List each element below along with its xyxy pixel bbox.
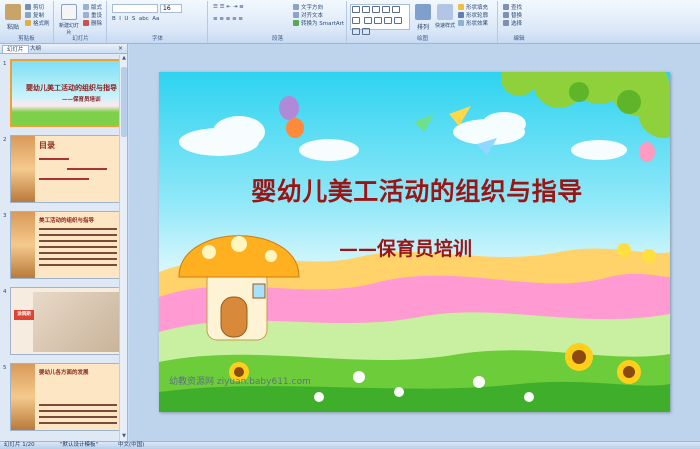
paragraph-group-label: 段落 [271, 36, 283, 42]
replace-icon [503, 12, 509, 18]
delete-slide-button[interactable]: 删除 [83, 20, 102, 27]
shape-outline-button[interactable]: 形状轮廓 [458, 12, 488, 19]
thumbnail-preview: 目录 [10, 135, 122, 203]
thumbnail-heading: 婴幼儿各方面的发展 [39, 370, 89, 376]
slide-title[interactable]: 婴幼儿美工活动的组织与指导 [207, 172, 627, 208]
paste-button[interactable]: 粘贴 [2, 4, 24, 34]
thumbnail-stamp: 涂鸦期 [14, 310, 34, 320]
binoculars-icon [503, 4, 509, 10]
delete-icon [83, 20, 89, 26]
copy-button[interactable]: 复制 [25, 12, 44, 19]
scroll-down-icon[interactable]: ▼ [120, 433, 128, 441]
quick-styles-button[interactable]: 快速样式 [434, 4, 456, 34]
thumbnail-preview: 婴幼儿美工活动的组织与指导 ——保育员培训 [10, 59, 122, 127]
editing-group: 查找 替换 选择 编辑 [499, 1, 539, 43]
new-slide-button[interactable]: 新建幻灯片 [57, 4, 81, 36]
slides-group: 新建幻灯片 版式 重设 删除 幻灯片 [55, 1, 107, 43]
thumbnail-number: 5 [3, 365, 7, 371]
thumbnail-number: 3 [3, 213, 7, 219]
outline-icon [458, 12, 464, 18]
font-size-select[interactable]: 16 [160, 4, 182, 13]
photo-image [33, 292, 119, 352]
paragraph-group: ☰ ☰ ⇤ ⇥ ≡ ≡ ≡ ≡ ≡ ≡ 文字方向 对齐文本 转换为 SmartA… [209, 1, 347, 43]
thumbnail-heading: 目录 [39, 141, 55, 150]
scroll-up-icon[interactable]: ▲ [120, 55, 128, 63]
thumbnail-number: 4 [3, 289, 7, 295]
thumbnail-number: 1 [3, 61, 7, 67]
language-indicator[interactable]: 中文(中国) [118, 442, 144, 449]
text-direction-button[interactable]: 文字方向 [293, 4, 323, 11]
copy-icon [25, 12, 31, 18]
tab-outline[interactable]: 大纲 [26, 45, 45, 53]
reset-button[interactable]: 重设 [83, 12, 102, 19]
thumbnail-subtitle: ——保育员培训 [62, 97, 101, 103]
text-direction-icon [293, 4, 299, 10]
reset-icon [83, 12, 89, 18]
find-button[interactable]: 查找 [503, 4, 522, 11]
select-button[interactable]: 选择 [503, 20, 522, 27]
slide-counter: 幻灯片 1/20 [4, 442, 35, 448]
watermark-text: 幼教资源网 ziyuan.baby611.com [169, 377, 311, 387]
list-buttons[interactable]: ☰ ☰ ⇤ ⇥ ≡ [213, 4, 244, 11]
clipboard-group-label: 剪贴板 [18, 36, 35, 42]
editing-group-label: 编辑 [513, 36, 525, 42]
font-family-select[interactable] [112, 4, 158, 13]
replace-button[interactable]: 替换 [503, 12, 522, 19]
fill-icon [458, 4, 464, 10]
shapes-gallery[interactable] [350, 4, 410, 35]
brush-icon [25, 20, 31, 26]
cut-button[interactable]: 剪切 [25, 4, 44, 11]
thumbnail-title: 婴幼儿美工活动的组织与指导 [26, 84, 117, 92]
thumbnail-heading: 美工活动的组织与指导 [39, 218, 95, 224]
slides-pane: 幻灯片 大纲 × 1 婴幼儿美工活动的组织与指导 ——保育员培训 2 目录 3 … [0, 44, 128, 441]
effects-icon [458, 20, 464, 26]
select-icon [503, 20, 509, 26]
font-group: 16 B I U S abc Aa 字体 [108, 1, 208, 43]
font-group-label: 字体 [151, 36, 163, 42]
thumbnail-number: 2 [3, 137, 7, 143]
drawing-group: 排列 快速样式 形状填充 形状轮廓 形状效果 绘图 [348, 1, 498, 43]
close-icon[interactable]: × [118, 45, 123, 52]
pane-tabs: 幻灯片 大纲 × [0, 44, 127, 54]
scissors-icon [25, 4, 31, 10]
thumbnail-preview: 涂鸦期 [10, 287, 122, 355]
smartart-icon [293, 20, 299, 26]
status-bar: 幻灯片 1/20 "默认设计模板" 中文(中国) [0, 441, 700, 449]
scroll-thumb[interactable] [121, 67, 127, 137]
theme-name: "默认设计模板" [60, 442, 99, 448]
font-format-buttons[interactable]: B I U S abc Aa [112, 16, 159, 23]
layout-button[interactable]: 版式 [83, 4, 102, 11]
thumbnail-preview: 美工活动的组织与指导 [10, 211, 122, 279]
arrange-icon [415, 4, 431, 20]
layout-icon [83, 4, 89, 10]
thumbnail-preview: 婴幼儿各方面的发展 [10, 363, 122, 431]
slide-subtitle[interactable]: ——保育员培训 [339, 234, 569, 261]
format-painter-button[interactable]: 格式刷 [25, 20, 50, 27]
clipboard-group: 粘贴 剪切 复制 格式刷 剪贴板 [0, 1, 54, 43]
slide-canvas: 婴幼儿美工活动的组织与指导 ——保育员培训 幼教资源网 ziyuan.baby6… [129, 44, 700, 441]
shape-effects-button[interactable]: 形状效果 [458, 20, 488, 27]
align-buttons[interactable]: ≡ ≡ ≡ ≡ ≡ [213, 16, 243, 23]
paste-icon [5, 4, 21, 20]
align-text-icon [293, 12, 299, 18]
slides-group-label: 幻灯片 [72, 36, 89, 42]
arrange-button[interactable]: 排列 [412, 4, 434, 34]
align-text-button[interactable]: 对齐文本 [293, 12, 323, 19]
shape-fill-button[interactable]: 形状填充 [458, 4, 488, 11]
drawing-group-label: 绘图 [416, 36, 428, 42]
current-slide[interactable]: 婴幼儿美工活动的组织与指导 ——保育员培训 幼教资源网 ziyuan.baby6… [159, 72, 670, 412]
pane-scrollbar[interactable]: ▲ ▼ [119, 55, 127, 441]
smartart-button[interactable]: 转换为 SmartArt [293, 20, 344, 27]
tab-slides[interactable]: 幻灯片 [2, 45, 29, 53]
new-slide-icon [61, 4, 77, 20]
quick-styles-icon [437, 4, 453, 20]
ribbon: 粘贴 剪切 复制 格式刷 剪贴板 新建幻灯片 版式 重设 删除 幻灯片 16 B… [0, 0, 700, 44]
